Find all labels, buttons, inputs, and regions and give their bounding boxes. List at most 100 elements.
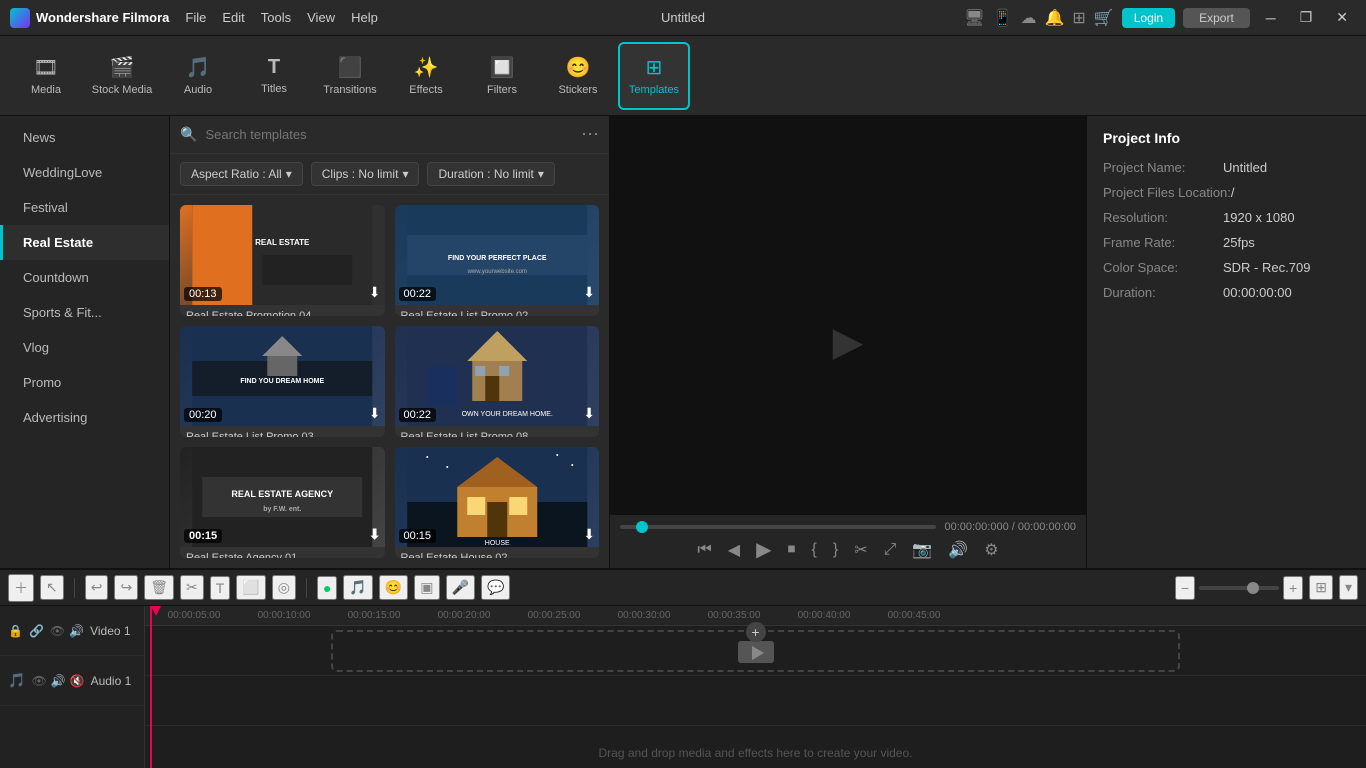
tool-stickers[interactable]: 😊 Stickers — [542, 42, 614, 110]
minimize-button[interactable]: ─ — [1258, 8, 1284, 28]
close-button[interactable]: ✕ — [1328, 7, 1356, 28]
template-thumb-rehouse: HOUSE 00:15 ⬇ — [395, 447, 600, 547]
menu-edit[interactable]: Edit — [222, 10, 244, 25]
audio-icon: 🎵 — [186, 55, 211, 80]
template-download-relist03[interactable]: ⬇ — [369, 405, 381, 422]
template-card-reagency[interactable]: REAL ESTATE AGENCY by F.W. ent. 00:15 ⬇ … — [180, 447, 385, 558]
tl-cut-button[interactable]: ✂ — [180, 575, 204, 600]
tl-sticker-button[interactable]: 😊 — [379, 575, 408, 600]
template-download-relist02[interactable]: ⬇ — [583, 284, 595, 301]
tool-titles[interactable]: T Titles — [238, 42, 310, 110]
volume-button[interactable]: 🔊 — [948, 540, 968, 560]
filter-aspect-chevron: ▾ — [286, 167, 292, 181]
template-download-reagency[interactable]: ⬇ — [369, 526, 381, 543]
maximize-button[interactable]: ❐ — [1292, 7, 1321, 28]
info-row-colorspace: Color Space: SDR - Rec.709 — [1103, 260, 1350, 275]
toolbar: 🎞 Media 🎬 Stock Media 🎵 Audio T Titles ⬛… — [0, 36, 1366, 116]
info-value-location: / — [1231, 185, 1235, 200]
tl-pip-button[interactable]: ▣ — [414, 575, 439, 600]
sidebar-item-real-estate[interactable]: Real Estate — [0, 225, 169, 260]
tl-effect-button[interactable]: ◎ — [272, 575, 296, 600]
tl-redo-button[interactable]: ↪ — [114, 575, 138, 600]
template-card-rehouse[interactable]: HOUSE 00:15 ⬇ Real Estate House 02 — [395, 447, 600, 558]
sidebar-item-weddinglove[interactable]: WeddingLove — [0, 155, 169, 190]
tl-select-button[interactable]: ↖ — [40, 575, 64, 600]
svg-text:REAL ESTATE AGENCY: REAL ESTATE AGENCY — [231, 489, 333, 499]
settings-button[interactable]: ⚙ — [984, 540, 998, 560]
template-card-relist03[interactable]: FIND YOU DREAM HOME 00:20 ⬇ Real Estate … — [180, 326, 385, 437]
track-audio-eye-icon[interactable]: 👁 — [31, 674, 46, 688]
tl-voice-button[interactable]: 🎤 — [446, 575, 475, 600]
search-input[interactable] — [205, 127, 573, 142]
playhead-track[interactable] — [620, 525, 936, 529]
tl-subtitle-button[interactable]: 💬 — [481, 575, 510, 600]
menu-view[interactable]: View — [307, 10, 335, 25]
template-card-relist08[interactable]: OWN YOUR DREAM HOME. 00:22 ⬇ Real Estate… — [395, 326, 600, 437]
bracket-in-icon[interactable]: { — [812, 541, 817, 559]
template-download-re04[interactable]: ⬇ — [369, 284, 381, 301]
tool-filters[interactable]: 🔲 Filters — [466, 42, 538, 110]
tl-audio-button[interactable]: 🎵 — [343, 575, 372, 600]
tl-zoom-out-button[interactable]: − — [1175, 576, 1195, 600]
tl-text-button[interactable]: T — [210, 576, 231, 600]
icon-cloud: ☁ — [1020, 8, 1036, 28]
template-name-reagency: Real Estate Agency 01 — [180, 547, 385, 558]
track-audio-mute-icon[interactable]: 🔇 — [70, 674, 85, 688]
track-eye-icon[interactable]: 👁 — [50, 624, 65, 638]
filter-clips[interactable]: Clips : No limit ▾ — [311, 162, 420, 186]
skip-back-button[interactable]: ⏮ — [697, 541, 711, 559]
tl-undo-button[interactable]: ↩ — [85, 575, 109, 600]
sidebar-item-advertising[interactable]: Advertising — [0, 400, 169, 435]
sidebar-item-news[interactable]: News — [0, 120, 169, 155]
login-button[interactable]: Login — [1122, 8, 1175, 28]
tl-add-track-button[interactable]: ＋ — [8, 574, 34, 602]
play-button[interactable]: ▶ — [756, 537, 771, 562]
export-button[interactable]: Export — [1183, 8, 1250, 28]
template-duration-re04: 00:13 — [184, 287, 222, 301]
tl-more-button[interactable]: ▾ — [1339, 575, 1358, 600]
tool-templates[interactable]: ⊞ Templates — [618, 42, 690, 110]
track-vol-icon[interactable]: 🔊 — [69, 624, 84, 638]
filter-aspect-ratio[interactable]: Aspect Ratio : All ▾ — [180, 162, 303, 186]
screenshot-button[interactable]: 📷 — [912, 540, 932, 560]
filter-duration-chevron: ▾ — [538, 167, 544, 181]
template-card-relist02[interactable]: FIND YOUR PERFECT PLACE www.yourwebsite.… — [395, 205, 600, 316]
sidebar-item-countdown[interactable]: Countdown — [0, 260, 169, 295]
tool-effects[interactable]: ✨ Effects — [390, 42, 462, 110]
tool-media[interactable]: 🎞 Media — [10, 42, 82, 110]
menu-file[interactable]: File — [185, 10, 206, 25]
template-card-re04[interactable]: REAL ESTATE 00:13 ⬇ Real Estate Promotio… — [180, 205, 385, 316]
tl-layout-button[interactable]: ⊞ — [1309, 575, 1333, 600]
sidebar-item-sports-fit[interactable]: Sports & Fit... — [0, 295, 169, 330]
track-audio-vol-icon[interactable]: 🔊 — [51, 674, 66, 688]
more-options-icon[interactable]: ⋯ — [581, 124, 599, 145]
tl-crop-button[interactable]: ⬜ — [236, 575, 265, 600]
template-download-relist08[interactable]: ⬇ — [583, 405, 595, 422]
ruler-mark-3: 00:00:20:00 — [419, 610, 509, 621]
menu-tools[interactable]: Tools — [261, 10, 291, 25]
tl-delete-button[interactable]: 🗑 — [144, 575, 174, 600]
tl-record-button[interactable]: ● — [317, 576, 337, 600]
filter-duration[interactable]: Duration : No limit ▾ — [427, 162, 554, 186]
cut-icon[interactable]: ✂ — [854, 540, 867, 560]
menu-help[interactable]: Help — [351, 10, 378, 25]
sidebar-item-festival[interactable]: Festival — [0, 190, 169, 225]
template-download-rehouse[interactable]: ⬇ — [583, 526, 595, 543]
template-name-rehouse: Real Estate House 02 — [395, 547, 600, 558]
tool-audio[interactable]: 🎵 Audio — [162, 42, 234, 110]
fullscreen-button[interactable]: ⤢ — [884, 541, 897, 559]
tool-stock-media[interactable]: 🎬 Stock Media — [86, 42, 158, 110]
timeline-panel: ＋ ↖ ↩ ↪ 🗑 ✂ T ⬜ ◎ ● 🎵 😊 ▣ 🎤 💬 − + ⊞ ▾ 🔒 — [0, 568, 1366, 768]
sidebar-item-promo[interactable]: Promo — [0, 365, 169, 400]
ruler-mark-1: 00:00:10:00 — [239, 610, 329, 621]
tl-zoom-track[interactable] — [1199, 586, 1279, 590]
title-bar-left: Wondershare Filmora File Edit Tools View… — [10, 8, 378, 28]
bracket-out-icon[interactable]: } — [833, 541, 838, 559]
titles-icon: T — [268, 56, 280, 79]
step-back-button[interactable]: ◀ — [728, 540, 740, 560]
center-right-area: ▶ 00:00:00:000 / 00:00:00:00 — [610, 116, 1366, 568]
stop-button[interactable]: ⏹ — [788, 541, 796, 559]
tool-transitions[interactable]: ⬛ Transitions — [314, 42, 386, 110]
tl-zoom-in-button[interactable]: + — [1283, 576, 1303, 600]
sidebar-item-vlog[interactable]: Vlog — [0, 330, 169, 365]
